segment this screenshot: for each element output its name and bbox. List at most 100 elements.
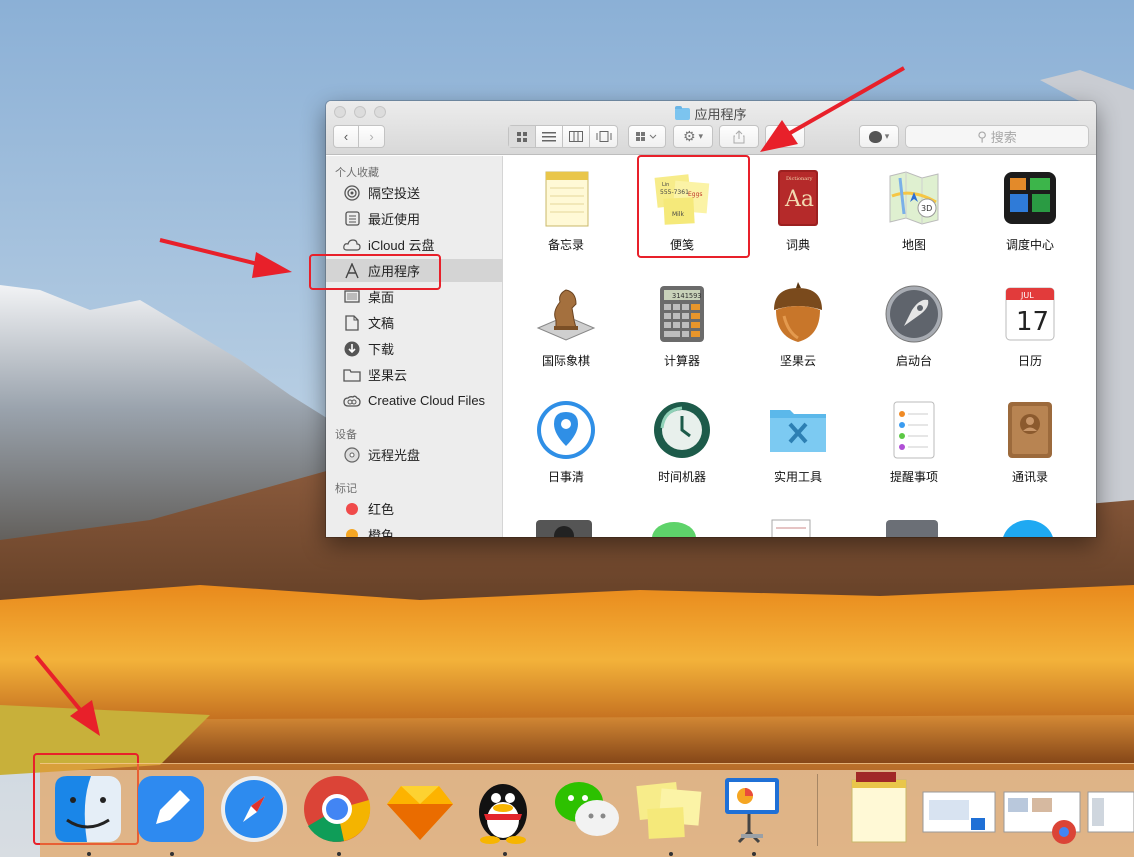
dock-minimized-window-1[interactable]: [921, 772, 997, 846]
highlight-applications: [309, 254, 441, 290]
tags-heading: 标记: [335, 483, 357, 495]
dock-pen-app-icon[interactable]: [134, 772, 208, 846]
dictionary-glyph: Aa: [784, 187, 814, 212]
dock-wechat-icon[interactable]: [549, 772, 623, 846]
contacts-icon: [1008, 402, 1052, 458]
back-button[interactable]: ‹: [334, 126, 360, 147]
app-reminders[interactable]: 提醒事项: [852, 388, 968, 504]
app-utilities-folder[interactable]: 实用工具: [736, 388, 852, 504]
app-nutstore[interactable]: 坚果云: [736, 272, 852, 388]
nutstore-toolbar-button[interactable]: ▾: [859, 125, 899, 148]
sidebar: 个人收藏 隔空投送 最近使用 iCloud 云盘 应用程序 桌面 文稿 下载 坚…: [326, 156, 503, 537]
app-dictionary[interactable]: Dictionary Aa 词典: [736, 156, 852, 272]
search-input[interactable]: ⚲ 搜索: [905, 125, 1089, 148]
dock-sketch-icon[interactable]: [383, 772, 457, 846]
dock-running-indicator: [503, 852, 507, 856]
mission-control-icon: [1004, 172, 1056, 224]
share-icon: [733, 129, 745, 143]
remote-disc-icon: [343, 446, 361, 463]
action-button[interactable]: ⚙ ▾: [673, 125, 713, 148]
arrange-button[interactable]: [628, 125, 666, 148]
app-chess[interactable]: 国际象棋: [504, 272, 620, 388]
arrange-icon: [636, 132, 657, 141]
dock-safari-icon[interactable]: [217, 772, 291, 846]
sidebar-item-recents[interactable]: 最近使用: [326, 207, 503, 230]
sidebar-item-label: 坚果云: [368, 368, 408, 383]
app-notes[interactable]: 备忘录: [504, 156, 620, 272]
app-label: 调度中心: [1005, 238, 1054, 252]
creative-cloud-icon: [343, 393, 361, 409]
app-calendar[interactable]: JUL 17 日历: [968, 272, 1084, 388]
calculator-icon: 3141593: [660, 286, 704, 342]
search-icon: ⚲: [977, 128, 987, 144]
sidebar-item-icloud[interactable]: iCloud 云盘: [326, 233, 503, 256]
app-launchpad[interactable]: 启动台: [852, 272, 968, 388]
sidebar-item-label: 橙色: [368, 528, 395, 537]
app-label: 时间机器: [657, 470, 706, 484]
dock-running-indicator: [170, 852, 174, 856]
app-calculator[interactable]: 3141593 计算器: [620, 272, 736, 388]
sidebar-item-airdrop[interactable]: 隔空投送: [326, 181, 503, 204]
app-time-machine[interactable]: 时间机器: [620, 388, 736, 504]
reminders-icon: [893, 401, 935, 459]
app-label: 坚果云: [779, 354, 816, 368]
column-view-button[interactable]: [563, 126, 590, 147]
window-title-text: 应用程序: [694, 107, 747, 122]
share-button[interactable]: [719, 125, 759, 148]
dock-finder-icon[interactable]: [51, 772, 125, 846]
calculator-display: 3141593: [672, 292, 702, 300]
app-contacts[interactable]: 通讯录: [968, 388, 1084, 504]
sidebar-item-label: 下载: [368, 342, 395, 357]
system-preferences-app-icon: [886, 520, 938, 537]
dock-minimized-window-2[interactable]: [1002, 772, 1082, 846]
dictionary-icon: Dictionary Aa: [778, 170, 818, 226]
sidebar-item-documents[interactable]: 文稿: [326, 311, 503, 334]
sidebar-item-nutstore[interactable]: 坚果云: [326, 363, 503, 386]
icloud-icon: [343, 237, 361, 253]
app-maps[interactable]: 3D 地图: [852, 156, 968, 272]
view-mode-control[interactable]: [508, 125, 618, 148]
recents-icon: [343, 211, 361, 227]
tags-button[interactable]: [765, 125, 805, 148]
calendar-day: 17: [1016, 307, 1049, 337]
maps-icon: 3D: [889, 171, 939, 225]
app-rishiqing[interactable]: 日事清: [504, 388, 620, 504]
sidebar-item-tag-orange[interactable]: 橙色: [326, 523, 503, 537]
favorites-heading: 个人收藏: [335, 167, 379, 179]
rishiqing-icon: [537, 401, 595, 459]
dock-running-indicator: [669, 852, 673, 856]
app-mission-control[interactable]: 调度中心: [968, 156, 1084, 272]
folder-icon: [343, 367, 361, 383]
search-placeholder: 搜索: [990, 130, 1017, 145]
forward-button[interactable]: ›: [359, 126, 384, 147]
back-forward-control[interactable]: ‹ ›: [333, 125, 385, 148]
app-label: 地图: [901, 238, 926, 252]
app-label: 国际象棋: [541, 354, 590, 368]
dock-chrome-icon[interactable]: [300, 772, 374, 846]
dock-notes-doc-icon[interactable]: [842, 772, 916, 846]
list-icon: [542, 132, 556, 142]
sidebar-item-remote-disc[interactable]: 远程光盘: [326, 443, 503, 466]
sidebar-item-label: 远程光盘: [368, 448, 421, 463]
sidebar-item-label: 最近使用: [368, 212, 421, 227]
devices-heading: 设备: [335, 429, 357, 441]
dock-qq-icon[interactable]: [466, 772, 540, 846]
orange-tag-icon: [343, 527, 361, 537]
nutstore-icon: [774, 282, 822, 342]
sidebar-item-creative-cloud[interactable]: Creative Cloud Files: [326, 389, 503, 412]
dock-minimized-window-3[interactable]: [1086, 772, 1134, 846]
sidebar-item-tag-red[interactable]: 红色: [326, 497, 503, 520]
dock-running-indicator: [87, 852, 91, 856]
icon-view-button[interactable]: [509, 126, 536, 147]
sidebar-item-downloads[interactable]: 下载: [326, 337, 503, 360]
folder-icon: [675, 106, 691, 120]
dictionary-cover-text: Dictionary: [786, 176, 813, 182]
list-view-button[interactable]: [536, 126, 563, 147]
applications-grid: 备忘录 Lin 555-7361 Eggs Milk 便笺 Dictionary…: [504, 156, 1096, 537]
acorn-icon: [868, 130, 882, 143]
gallery-view-button[interactable]: [590, 126, 617, 147]
sidebar-item-label: 文稿: [368, 316, 395, 331]
dock-stickies-icon[interactable]: [632, 772, 706, 846]
cover-flow-icon: [596, 131, 611, 142]
dock-keynote-icon[interactable]: [715, 772, 789, 846]
